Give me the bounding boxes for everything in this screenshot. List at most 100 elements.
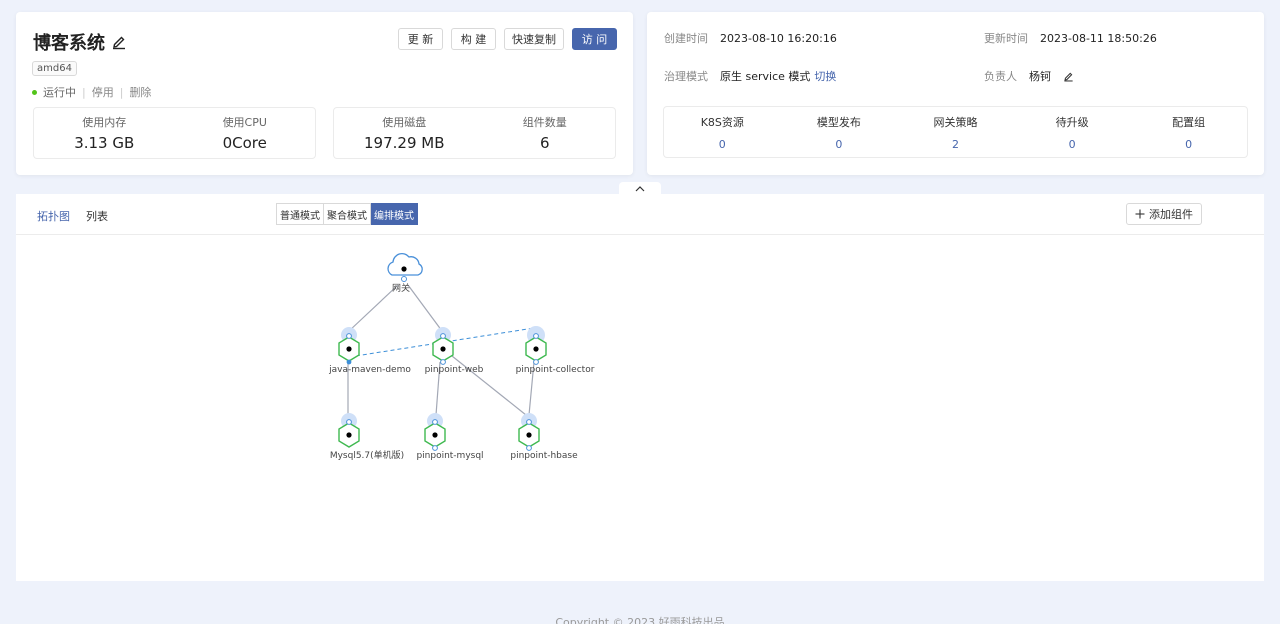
stop-link[interactable]: 停用	[92, 84, 114, 100]
count-pending-upgrade[interactable]: 待升级 0	[1014, 107, 1131, 157]
count-value: 2	[951, 137, 959, 151]
updated-time-row: 更新时间 2023-08-11 18:50:26	[984, 30, 1157, 46]
add-component-label: 添加组件	[1149, 208, 1193, 221]
chevron-up-icon	[635, 186, 645, 192]
cpu-value: 0Core	[222, 134, 267, 152]
gateway-node[interactable]: 网关	[387, 253, 423, 294]
usage-stats-box: 使用内存 3.13 GB 使用CPU 0Core	[33, 107, 316, 159]
status-text: 运行中	[43, 86, 76, 99]
mode-switcher: 普通模式 聚合模式 编排模式	[276, 203, 418, 225]
action-buttons: 更 新 构 建 快速复制 访 问	[398, 28, 617, 50]
node-port-icon	[346, 333, 352, 339]
add-component-button[interactable]: 添加组件	[1126, 203, 1202, 225]
node-label: Mysql5.7(单机版)	[330, 449, 404, 461]
node-label: java-maven-demo	[328, 365, 411, 375]
edge-gateway-java	[348, 284, 399, 332]
panel-header: 拓扑图 列表 普通模式 聚合模式 编排模式 添加组件	[16, 194, 1264, 235]
tab-topology[interactable]: 拓扑图	[37, 208, 70, 224]
node-center-dot	[346, 432, 352, 438]
node-center-dot	[533, 346, 539, 352]
mode-orchestrate-button[interactable]: 编排模式	[371, 203, 418, 225]
count-k8s[interactable]: K8S资源 0	[664, 107, 781, 157]
app-summary-card: 博客系统 amd64 运行中 | 停用 | 删除 更 新 构 建 快速复制 访 …	[16, 12, 633, 175]
governance-switch-link[interactable]: 切换	[814, 68, 836, 84]
node-port-icon	[440, 359, 446, 365]
node-port-icon	[526, 419, 532, 425]
cloud-icon	[387, 253, 423, 276]
plus-icon	[1135, 209, 1145, 219]
edge-gateway-web	[407, 284, 443, 332]
node-port-icon	[346, 419, 352, 425]
count-gateway-policy[interactable]: 网关策略 2	[897, 107, 1014, 157]
node-label: pinpoint-mysql	[416, 451, 483, 461]
governance-row: 治理模式 原生 service 模式 切换	[664, 68, 836, 84]
count-label: 网关策略	[933, 115, 978, 129]
status-dot-icon	[32, 89, 37, 95]
disk-value: 197.29 MB	[364, 134, 445, 152]
count-value: 0	[835, 137, 843, 151]
edit-owner-icon[interactable]	[1063, 71, 1074, 82]
owner-row: 负责人 杨钶	[984, 68, 1074, 84]
updated-value: 2023-08-11 18:50:26	[1040, 31, 1157, 45]
divider: |	[82, 85, 86, 99]
divider: |	[119, 85, 124, 99]
resource-counts-box: K8S资源 0 模型发布 0 网关策略 2 待升级 0 配置组 0	[663, 106, 1248, 158]
created-time-row: 创建时间 2023-08-10 16:20:16	[664, 30, 837, 46]
count-value: 0	[718, 137, 726, 151]
memory-stat: 使用内存 3.13 GB	[34, 108, 175, 158]
app-title-row: 博客系统	[33, 29, 127, 55]
created-value: 2023-08-10 16:20:16	[720, 31, 837, 45]
gateway-label: 网关	[392, 282, 410, 294]
cpu-stat: 使用CPU 0Core	[175, 108, 316, 158]
count-label: 待升级	[1055, 115, 1089, 129]
node-port-icon	[432, 419, 438, 425]
disk-label: 使用磁盘	[382, 116, 427, 129]
app-info-card: 创建时间 2023-08-10 16:20:16 更新时间 2023-08-11…	[647, 12, 1264, 175]
mode-normal-button[interactable]: 普通模式	[276, 203, 324, 225]
node-port-icon	[526, 445, 532, 451]
tab-list[interactable]: 列表	[86, 208, 108, 224]
memory-label: 使用内存	[82, 116, 127, 129]
component-node-pinpoint-collector[interactable]: pinpoint-collector	[516, 326, 595, 375]
quick-copy-button[interactable]: 快速复制	[504, 28, 564, 50]
footer-copyright: Copyright © 2023 好雨科技出品	[555, 616, 725, 624]
delete-link[interactable]: 删除	[129, 84, 151, 100]
disk-stat: 使用磁盘 197.29 MB	[334, 108, 475, 158]
node-center-dot	[432, 432, 438, 438]
edit-title-icon[interactable]	[111, 34, 127, 50]
count-value: 0	[1185, 137, 1193, 151]
created-label: 创建时间	[664, 32, 708, 45]
topology-graph: 网关 java-maven-demo pinpoint-web pinpoint…	[328, 253, 595, 461]
count-label: K8S资源	[700, 115, 744, 129]
component-node-pinpoint-hbase[interactable]: pinpoint-hbase	[510, 413, 578, 461]
node-port-icon	[533, 359, 539, 365]
disk-stats-box: 使用磁盘 197.29 MB 组件数量 6	[333, 107, 616, 159]
node-port-icon	[440, 333, 446, 339]
component-node-pinpoint-mysql[interactable]: pinpoint-mysql	[416, 413, 484, 461]
count-model-release[interactable]: 模型发布 0	[781, 107, 898, 157]
visit-button[interactable]: 访 问	[572, 28, 617, 50]
count-label: 模型发布	[816, 115, 861, 129]
components-label: 组件数量	[522, 116, 567, 129]
updated-label: 更新时间	[984, 32, 1028, 45]
mode-aggregate-button[interactable]: 聚合模式	[324, 203, 371, 225]
component-node-mysql[interactable]: Mysql5.7(单机版)	[330, 413, 404, 461]
update-button[interactable]: 更 新	[398, 28, 443, 50]
count-config-group[interactable]: 配置组 0	[1130, 107, 1247, 157]
arch-tag: amd64	[32, 61, 77, 76]
build-button[interactable]: 构 建	[451, 28, 496, 50]
node-label: pinpoint-collector	[516, 365, 595, 375]
count-label: 配置组	[1172, 115, 1206, 129]
node-center-dot	[526, 432, 532, 438]
component-node-java-maven-demo[interactable]: java-maven-demo	[328, 327, 411, 375]
status-line: 运行中 | 停用 | 删除	[32, 84, 151, 100]
owner-label: 负责人	[984, 70, 1017, 83]
node-center-dot	[346, 346, 352, 352]
node-port-icon	[432, 445, 438, 451]
memory-value: 3.13 GB	[74, 134, 135, 152]
node-port-icon	[401, 276, 407, 282]
node-center-dot	[401, 266, 407, 272]
count-value: 0	[1068, 137, 1076, 151]
component-node-pinpoint-web[interactable]: pinpoint-web	[425, 327, 484, 375]
node-label: pinpoint-hbase	[510, 451, 578, 461]
